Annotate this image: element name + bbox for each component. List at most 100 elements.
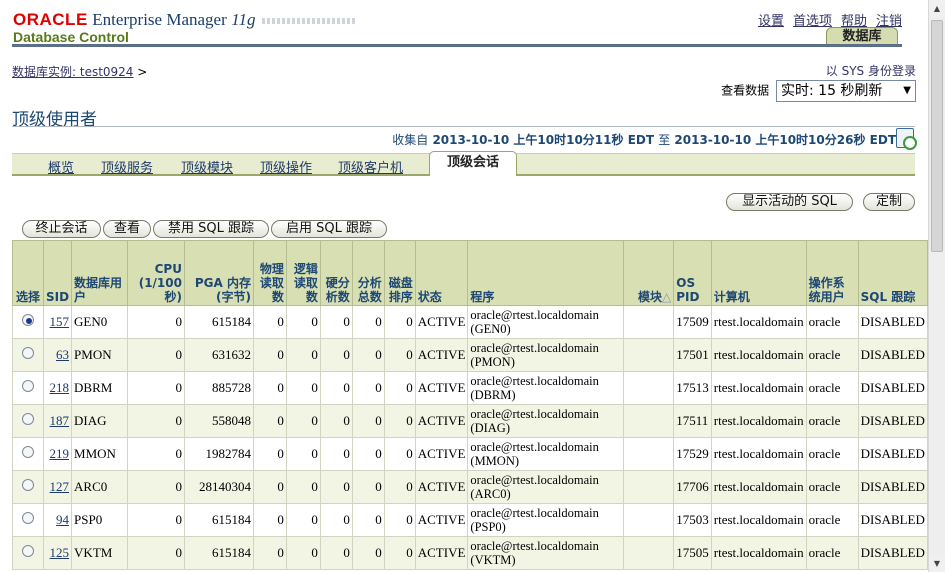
col-program[interactable]: 程序: [467, 240, 625, 306]
breadcrumb-db-instance[interactable]: 数据库实例: test0924: [12, 65, 133, 79]
disable-sql-trace-button[interactable]: 禁用 SQL 跟踪: [153, 220, 269, 238]
customize-button[interactable]: 定制: [863, 193, 915, 211]
breadcrumb-separator: >: [137, 65, 148, 79]
tab-top-actions[interactable]: 顶级操作: [260, 157, 312, 176]
row-select-radio[interactable]: [21, 512, 34, 524]
row-select-radio[interactable]: [21, 446, 34, 458]
tab-top-sessions[interactable]: 顶级会话: [429, 151, 517, 176]
view-button[interactable]: 查看: [103, 220, 151, 238]
row-select-radio[interactable]: [21, 479, 34, 491]
em-version: 11g: [231, 10, 255, 29]
sid-cell: 125: [42, 536, 73, 570]
hard-parses-cell: 0: [319, 536, 353, 570]
kill-session-button[interactable]: 终止会话: [22, 220, 101, 238]
program-host: oracle@rtest.localdomain: [470, 308, 599, 322]
os-user-cell: oracle: [805, 404, 859, 438]
machine-cell: rtest.localdomain: [710, 536, 807, 570]
col-total-parses[interactable]: 分析总数: [351, 240, 385, 306]
table-row[interactable]: 127 ARC0 0 28140304 0 0 0 0 0 ACTIVE oracle@rtest.…: [12, 470, 928, 504]
sid-link[interactable]: 94: [56, 512, 69, 527]
program-process: (PSP0): [470, 520, 506, 534]
row-select-radio[interactable]: [21, 545, 34, 557]
col-os-pid[interactable]: OS PID: [673, 240, 712, 306]
col-cpu[interactable]: CPU (1/100秒): [127, 240, 185, 306]
tab-overview[interactable]: 概览: [48, 157, 74, 176]
sid-link[interactable]: 219: [50, 446, 70, 461]
view-data: 查看数据 实时: 15 秒刷新 ▼: [721, 80, 916, 102]
title-rule: [12, 126, 915, 127]
sid-link[interactable]: 187: [50, 413, 70, 428]
col-disk-sorts[interactable]: 磁盘排序: [383, 240, 416, 306]
scroll-up-icon[interactable]: ▲: [929, 0, 945, 17]
tab-top-services[interactable]: 顶级服务: [101, 157, 153, 176]
table-row[interactable]: 219 MMON 0 1982784 0 0 0 0 0 ACTIVE oracle@rtest.l…: [12, 437, 928, 471]
col-sid[interactable]: SID: [42, 240, 73, 306]
sql-trace-cell: DISABLED: [857, 437, 928, 471]
scroll-thumb[interactable]: [931, 20, 943, 252]
db-user-cell: VKTM: [71, 536, 129, 570]
db-user-cell: PSP0: [71, 503, 129, 537]
os-pid-cell: 17529: [673, 437, 712, 471]
tab-top-modules[interactable]: 顶级模块: [181, 157, 233, 176]
enable-sql-trace-button[interactable]: 启用 SQL 跟踪: [271, 220, 387, 238]
pga-cell: 615184: [183, 503, 254, 537]
row-select-radio[interactable]: [21, 347, 34, 359]
hard-parses-cell: 0: [319, 437, 353, 471]
program-host: oracle@rtest.localdomain: [470, 374, 599, 388]
col-status[interactable]: 状态: [414, 240, 469, 306]
sid-link[interactable]: 125: [50, 545, 70, 560]
tab-top-clients[interactable]: 顶级客户机: [338, 157, 403, 176]
vertical-scrollbar[interactable]: ▲ ▼: [928, 0, 945, 572]
col-hard-parses[interactable]: 硬分析数: [319, 240, 353, 306]
refresh-icon[interactable]: [896, 128, 917, 150]
sid-link[interactable]: 218: [50, 380, 70, 395]
row-select-radio[interactable]: [21, 413, 34, 425]
col-os-user[interactable]: 操作系统用户: [805, 240, 859, 306]
collected-prefix: 收集自: [392, 133, 429, 147]
col-db-user[interactable]: 数据库用户: [71, 240, 129, 306]
col-pga[interactable]: PGA 内存 (字节): [183, 240, 254, 306]
disk-sorts-cell: 0: [383, 305, 416, 339]
table-row[interactable]: 125 VKTM 0 615184 0 0 0 0 0 ACTIVE oracle@rtest.lo…: [12, 536, 928, 570]
sql-trace-cell: DISABLED: [857, 470, 928, 504]
module-cell: [623, 404, 675, 438]
db-user-cell: PMON: [71, 338, 129, 372]
scroll-down-icon[interactable]: ▼: [929, 555, 945, 572]
table-row[interactable]: 187 DIAG 0 558048 0 0 0 0 0 ACTIVE oracle@rtest.lo…: [12, 404, 928, 438]
db-user-cell: ARC0: [71, 470, 129, 504]
program-cell: oracle@rtest.localdomain (GEN0): [467, 305, 625, 339]
subtab-bar: 概览 顶级服务 顶级模块 顶级操作 顶级客户机 顶级会话: [12, 151, 915, 176]
status-cell: ACTIVE: [414, 503, 469, 537]
table-row[interactable]: 63 PMON 0 631632 0 0 0 0 0 ACTIVE oracle@rtest.loc…: [12, 338, 928, 372]
col-machine[interactable]: 计算机: [710, 240, 807, 306]
sid-link[interactable]: 63: [56, 347, 69, 362]
program-process: (VKTM): [470, 553, 516, 567]
collection-time: 收集自 2013-10-10 上午10时10分11秒 EDT 至 2013-10…: [392, 131, 896, 148]
page: ORACLE Enterprise Manager 11g Database C…: [0, 0, 928, 572]
total-parses-cell: 0: [351, 437, 385, 471]
status-cell: ACTIVE: [414, 305, 469, 339]
sid-cell: 219: [42, 437, 73, 471]
col-physical-reads[interactable]: 物理读取数: [252, 240, 287, 306]
link-setup[interactable]: 设置: [758, 14, 784, 29]
table-row[interactable]: 94 PSP0 0 615184 0 0 0 0 0 ACTIVE oracle@rtest.loc…: [12, 503, 928, 537]
col-sql-trace[interactable]: SQL 跟踪: [857, 240, 928, 306]
cpu-cell: 0: [127, 338, 185, 372]
pga-cell: 615184: [183, 536, 254, 570]
link-preferences[interactable]: 首选项: [793, 14, 832, 29]
table-row[interactable]: 218 DBRM 0 885728 0 0 0 0 0 ACTIVE oracle@rtest.lo…: [12, 371, 928, 405]
physical-reads-cell: 0: [252, 305, 287, 339]
module-cell: [623, 536, 675, 570]
sql-trace-cell: DISABLED: [857, 536, 928, 570]
refresh-select[interactable]: 实时: 15 秒刷新 ▼: [776, 80, 916, 102]
row-select-radio[interactable]: [21, 380, 34, 392]
col-logical-reads[interactable]: 逻辑读取数: [285, 240, 321, 306]
table-row[interactable]: 157 GEN0 0 615184 0 0 0 0 0 ACTIVE oracle@rtest.lo…: [12, 305, 928, 339]
row-select-radio[interactable]: [21, 314, 34, 326]
sid-link[interactable]: 127: [50, 479, 70, 494]
db-user-cell: MMON: [71, 437, 129, 471]
col-module[interactable]: 模块△: [623, 240, 675, 306]
sid-link[interactable]: 157: [50, 314, 70, 329]
collected-tz2: EDT: [869, 133, 896, 147]
show-active-sql-button[interactable]: 显示活动的 SQL: [726, 193, 853, 211]
